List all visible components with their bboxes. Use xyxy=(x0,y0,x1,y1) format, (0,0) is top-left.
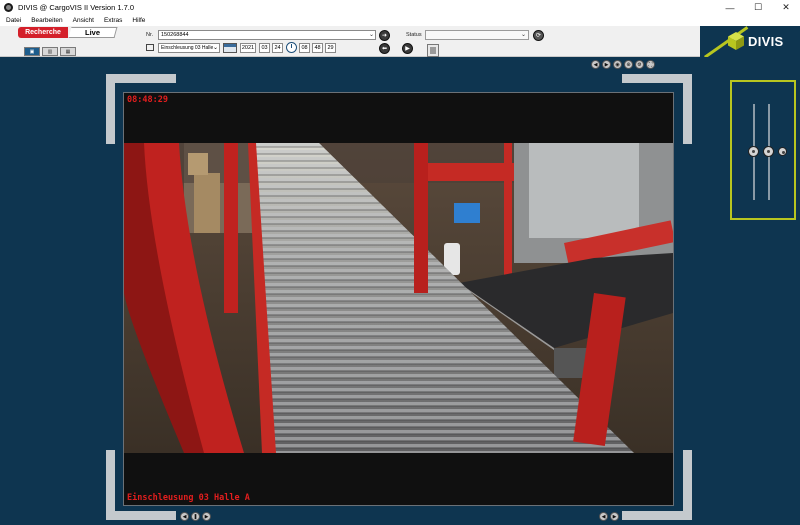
menu-bar: Datei Bearbeiten Ansicht Extras Hilfe xyxy=(0,15,800,26)
playback-controls-bottom-right: ◀ ▶ xyxy=(599,512,621,521)
location-select[interactable]: Einschleusung 03 Halle ⌄ xyxy=(158,43,220,53)
crop-icon xyxy=(146,44,154,51)
brand-name: DIVIS xyxy=(748,34,784,49)
forward-arrow-icon[interactable]: ➜ xyxy=(379,30,390,41)
divis-cube-icon xyxy=(728,32,744,50)
time-second[interactable]: 29 xyxy=(325,43,336,53)
zoom-icon[interactable]: ⊕ xyxy=(624,60,633,69)
close-button[interactable]: ✕ xyxy=(772,0,800,15)
frame-corner-top-left-vertical xyxy=(106,74,115,144)
frame-corner-top-right-vertical xyxy=(683,74,692,144)
mode-tabs: Recherche Live xyxy=(18,27,118,39)
menu-ansicht[interactable]: Ansicht xyxy=(73,17,94,24)
frame-corner-top-right xyxy=(622,74,692,83)
step-back-icon[interactable]: ◀ xyxy=(599,512,608,521)
date-year[interactable]: 2021 xyxy=(240,43,256,53)
back-arrow-icon[interactable]: ⬅ xyxy=(379,43,390,54)
fullscreen-icon[interactable]: ⛶ xyxy=(646,60,655,69)
nr-value: 150268844 xyxy=(161,32,189,38)
settings-icon[interactable]: ⚙ xyxy=(635,60,644,69)
title-bar: DIVIS @ CargoVIS II Version 1.7.0 — ☐ ✕ xyxy=(0,0,800,15)
menu-extras[interactable]: Extras xyxy=(104,17,122,24)
split-view-icon[interactable]: ▥ xyxy=(42,47,58,56)
contrast-slider-knob[interactable] xyxy=(763,146,774,157)
next-icon[interactable]: ▶ xyxy=(602,60,611,69)
image-adjust-panel xyxy=(730,80,796,220)
frame-corner-bottom-left-vertical xyxy=(106,450,115,520)
camera-feed-image xyxy=(124,143,673,453)
location-value: Einschleusung 03 Halle xyxy=(161,45,214,51)
chevron-down-icon[interactable]: ⌄ xyxy=(521,31,526,38)
playback-controls-top: ◀ ▶ ◉ ⊕ ⚙ ⛶ xyxy=(591,60,657,69)
status-select[interactable]: ⌄ xyxy=(425,30,529,40)
frame-corner-top-left xyxy=(106,74,176,83)
status-label: Status xyxy=(406,32,422,38)
nr-label: Nr. xyxy=(146,32,154,38)
export-icon[interactable] xyxy=(427,44,439,57)
app-icon xyxy=(4,3,13,12)
view-layout-buttons: ▣ ▥ ▦ xyxy=(24,47,78,56)
brand-logo: DIVIS xyxy=(700,26,800,57)
maximize-button[interactable]: ☐ xyxy=(744,0,772,15)
time-hour[interactable]: 08 xyxy=(299,43,310,53)
menu-hilfe[interactable]: Hilfe xyxy=(132,17,145,24)
time-minute[interactable]: 48 xyxy=(312,43,323,53)
pause-icon[interactable]: ❚ xyxy=(191,512,200,521)
video-timestamp: 08:48:29 xyxy=(127,95,168,105)
single-view-icon[interactable]: ▣ xyxy=(24,47,40,56)
rewind-icon[interactable]: ◀ xyxy=(180,512,189,521)
playback-controls-bottom-left: ◀ ❚ ▶ xyxy=(180,512,213,521)
frame-corner-bottom-right-vertical xyxy=(683,450,692,520)
tab-recherche[interactable]: Recherche xyxy=(18,27,68,38)
grid-view-icon[interactable]: ▦ xyxy=(60,47,76,56)
date-day[interactable]: 24 xyxy=(272,43,283,53)
minimize-button[interactable]: — xyxy=(716,0,744,15)
clock-icon[interactable] xyxy=(286,42,297,53)
play-forward-icon[interactable]: ▶ xyxy=(202,512,211,521)
date-month[interactable]: 03 xyxy=(259,43,270,53)
camera-label: Einschleusung 03 Halle A xyxy=(127,493,250,503)
chevron-down-icon[interactable]: ⌄ xyxy=(213,44,218,52)
chevron-down-icon[interactable]: ⌄ xyxy=(369,31,374,39)
frame-corner-bottom-left xyxy=(106,511,176,520)
toolbar: Recherche Live xyxy=(0,26,800,57)
play-icon[interactable]: ▶ xyxy=(402,43,413,54)
window-controls: — ☐ ✕ xyxy=(716,0,800,15)
tab-live-label: Live xyxy=(84,28,100,37)
saturation-slider-knob[interactable] xyxy=(778,147,787,156)
tab-live[interactable]: Live xyxy=(68,27,118,38)
refresh-icon[interactable]: ⟳ xyxy=(533,30,544,41)
step-forward-icon[interactable]: ▶ xyxy=(610,512,619,521)
window-title: DIVIS @ CargoVIS II Version 1.7.0 xyxy=(18,3,135,12)
menu-bearbeiten[interactable]: Bearbeiten xyxy=(31,17,62,24)
brightness-slider-knob[interactable] xyxy=(748,146,759,157)
nr-input[interactable]: 150268844 ⌄ xyxy=(158,30,376,40)
camera-icon[interactable]: ◉ xyxy=(613,60,622,69)
frame-corner-bottom-right xyxy=(622,511,692,520)
video-panel[interactable]: 08:48:29 Einschleusung 03 Halle A xyxy=(123,92,674,506)
prev-icon[interactable]: ◀ xyxy=(591,60,600,69)
calendar-icon[interactable] xyxy=(223,43,237,53)
menu-datei[interactable]: Datei xyxy=(6,17,21,24)
